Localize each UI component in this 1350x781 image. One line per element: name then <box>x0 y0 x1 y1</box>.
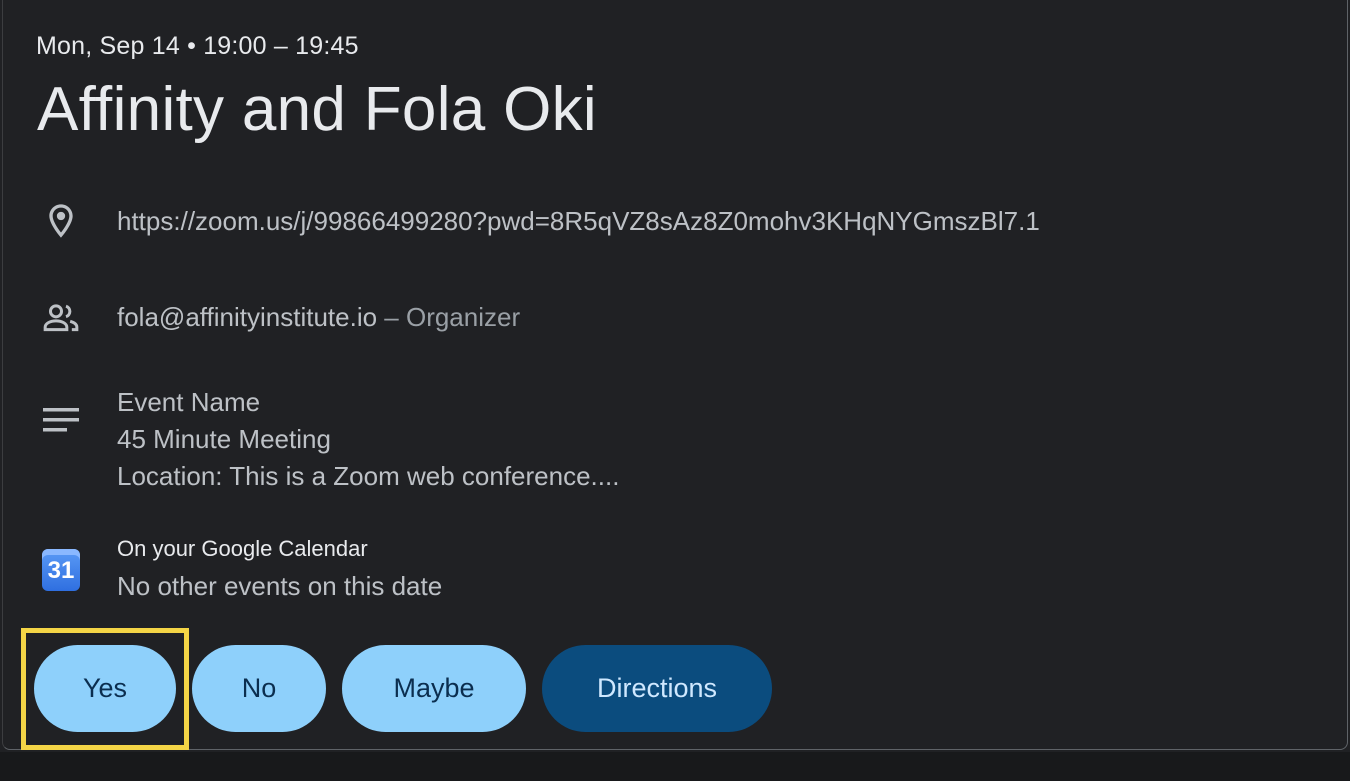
directions-button[interactable]: Directions <box>542 645 772 732</box>
description-line: Location: This is a Zoom web conference.… <box>117 461 620 491</box>
people-icon <box>39 296 83 340</box>
event-title: Affinity and Fola Oki <box>37 75 597 144</box>
calendar-subtitle: No other events on this date <box>117 571 443 601</box>
location-link[interactable]: https://zoom.us/j/99866499280?pwd=8R5qVZ… <box>117 203 1040 240</box>
calendar-info: On your Google Calendar No other events … <box>117 534 442 605</box>
event-card: Mon, Sep 14 • 19:00 – 19:45 Affinity and… <box>2 0 1348 750</box>
calendar-day-number: 31 <box>47 557 75 584</box>
rsvp-no-button[interactable]: No <box>192 645 326 732</box>
rsvp-yes-button[interactable]: Yes <box>34 645 176 732</box>
rsvp-maybe-button[interactable]: Maybe <box>342 645 526 732</box>
event-description: Event Name 45 Minute Meeting Location: T… <box>117 384 619 495</box>
organizer-line: fola@affinityinstitute.io – Organizer <box>117 299 520 336</box>
organizer-role: – Organizer <box>377 302 521 332</box>
description-line: 45 Minute Meeting <box>117 424 331 454</box>
location-pin-icon <box>39 199 83 243</box>
bottom-band <box>0 752 1350 781</box>
organizer-email[interactable]: fola@affinityinstitute.io <box>117 302 377 332</box>
google-calendar-icon: 31 <box>39 548 83 592</box>
notes-icon <box>39 398 83 442</box>
calendar-title: On your Google Calendar <box>117 536 368 561</box>
event-date-time: Mon, Sep 14 • 19:00 – 19:45 <box>36 32 359 60</box>
description-line: Event Name <box>117 387 261 417</box>
